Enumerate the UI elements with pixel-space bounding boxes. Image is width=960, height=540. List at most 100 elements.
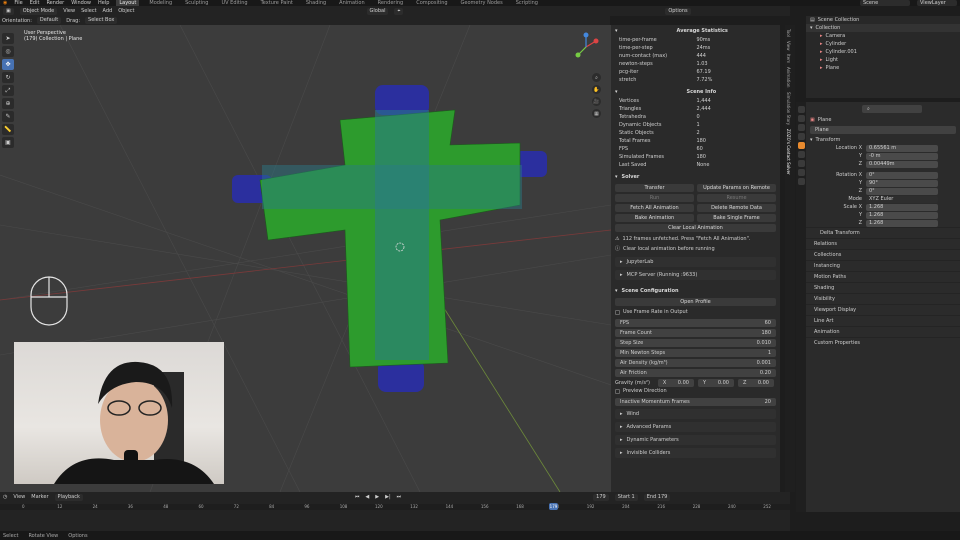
delete-remote-data-button[interactable]: Delete Remote Data <box>697 204 776 212</box>
transform-tool-icon[interactable]: ⊕ <box>2 98 14 109</box>
properties-section[interactable]: Custom Properties <box>806 337 960 348</box>
properties-section[interactable]: Viewport Display <box>806 304 960 315</box>
update-params-button[interactable]: Update Params on Remote <box>697 184 776 192</box>
select-tool-icon[interactable]: ➤ <box>2 33 14 44</box>
tab-animation[interactable]: Animation <box>786 67 791 87</box>
bake-animation-button[interactable]: Bake Animation <box>615 214 694 222</box>
fetch-all-animation-button[interactable]: Fetch All Animation <box>615 204 694 212</box>
menu-add[interactable]: Add <box>103 8 113 14</box>
outliner-item-cylinder-001[interactable]: ▸ Cylinder.001 <box>806 48 960 56</box>
view-layer-selector[interactable]: ViewLayer <box>917 0 957 6</box>
rotation-field[interactable]: 90° <box>866 179 938 187</box>
properties-section[interactable]: Motion Paths <box>806 271 960 282</box>
physics-properties-icon[interactable] <box>797 160 805 167</box>
mcp-server-subpanel[interactable]: ▸ MCP Server (Running :9633) <box>615 270 776 280</box>
timeline-ruler[interactable]: 0122436486072849610812013214415616818019… <box>0 504 790 510</box>
transfer-button[interactable]: Transfer <box>615 184 694 192</box>
location-field[interactable]: 0.65561 m <box>866 144 938 152</box>
axis-gizmo[interactable] <box>575 32 599 58</box>
timeline-menu-marker[interactable]: Marker <box>31 494 48 500</box>
pan-hand-icon[interactable]: ✋ <box>592 85 601 94</box>
add-cube-tool-icon[interactable]: ▣ <box>2 137 14 148</box>
tab-contact-solver[interactable]: ZOZO's Contact Solver <box>786 129 791 175</box>
drag-selector[interactable]: Select Box <box>85 17 118 24</box>
transform-orientation-selector[interactable]: Global <box>366 7 389 15</box>
play-icon[interactable]: ▶ <box>375 494 379 500</box>
inactive-momentum-frames-field[interactable]: Inactive Momentum Frames 20 <box>615 398 776 406</box>
object-properties-icon[interactable] <box>797 142 805 149</box>
mode-selector[interactable]: Object Mode <box>19 7 58 15</box>
wind-subpanel[interactable]: ▸ Wind <box>615 409 776 419</box>
scene-config-field[interactable]: Min Newton Steps 1 <box>615 349 776 357</box>
step-forward-icon[interactable]: ▶| <box>385 494 391 500</box>
snap-toggle[interactable]: ⌖ <box>394 7 404 15</box>
scene-config-field[interactable]: Air Friction 0.20 <box>615 369 776 377</box>
scene-config-field[interactable]: FPS 60 <box>615 319 776 327</box>
annotate-tool-icon[interactable]: ✎ <box>2 111 14 122</box>
clear-local-animation-button[interactable]: Clear Local Animation <box>615 224 776 232</box>
rotate-tool-icon[interactable]: ↻ <box>2 72 14 83</box>
location-field[interactable]: -0 m <box>866 152 938 160</box>
properties-section[interactable]: Animation <box>806 326 960 337</box>
timeline-editor-type-icon[interactable]: ◷ <box>3 494 7 500</box>
outliner-scene-collection[interactable]: ▤ Scene Collection <box>806 16 960 24</box>
modifier-properties-icon[interactable] <box>797 151 805 158</box>
step-back-icon[interactable]: ◀ <box>365 494 369 500</box>
properties-section[interactable]: Relations <box>806 238 960 249</box>
options-button[interactable]: Options <box>665 7 691 15</box>
zoom-icon[interactable]: ⌕ <box>592 73 601 82</box>
scene-selector[interactable]: Scene <box>860 0 910 6</box>
material-properties-icon[interactable] <box>797 178 805 185</box>
rotation-mode-selector[interactable]: XYZ Euler <box>866 195 938 203</box>
transform-header[interactable]: ▾ Transform <box>806 136 960 144</box>
scale-field[interactable]: 1.268 <box>866 211 938 219</box>
scale-tool-icon[interactable]: ⤢ <box>2 85 14 96</box>
jupyterlab-subpanel[interactable]: ▸ JupyterLab <box>615 257 776 267</box>
scene-info-header[interactable]: ▾ Scene Info <box>615 88 776 97</box>
orientation-selector[interactable]: Default <box>36 17 62 24</box>
properties-section[interactable]: Shading <box>806 282 960 293</box>
properties-section[interactable]: Collections <box>806 249 960 260</box>
menu-view[interactable]: View <box>63 8 75 14</box>
scene-config-field[interactable]: Frame Count 180 <box>615 329 776 337</box>
preview-direction-checkbox[interactable]: Preview Direction <box>615 387 776 396</box>
scene-properties-icon[interactable] <box>797 133 805 140</box>
timeline-menu-view[interactable]: View <box>13 494 25 500</box>
jump-start-icon[interactable]: ⏮ <box>355 494 360 500</box>
resume-button[interactable]: Resume <box>697 194 776 202</box>
menu-object[interactable]: Object <box>118 8 134 14</box>
open-profile-button[interactable]: Open Profile <box>615 298 776 306</box>
properties-search-input[interactable]: ⌕ <box>862 105 922 113</box>
camera-view-icon[interactable]: 🎥 <box>592 97 601 106</box>
use-frame-rate-checkbox[interactable]: Use Frame Rate in Output <box>615 308 776 317</box>
playhead[interactable]: 179 <box>549 503 558 510</box>
rotation-field[interactable]: 0° <box>866 171 938 179</box>
scale-field[interactable]: 1.268 <box>866 203 938 211</box>
editor-type-icon[interactable]: ▣ <box>3 7 14 15</box>
scene-configuration-header[interactable]: ▾ Scene Configuration <box>615 287 776 296</box>
outliner-item-camera[interactable]: ▸ Camera <box>806 32 960 40</box>
scene-config-field[interactable]: Air Density (kg/m³) 0.001 <box>615 359 776 367</box>
outliner-item-collection[interactable]: ▾ Collection <box>806 24 960 32</box>
advanced-params-subpanel[interactable]: ▸ Advanced Params <box>615 422 776 432</box>
output-properties-icon[interactable] <box>797 124 805 131</box>
move-tool-icon[interactable]: ✥ <box>2 59 14 70</box>
measure-tool-icon[interactable]: 📏 <box>2 124 14 135</box>
scene-config-field[interactable]: Step Size 0.010 <box>615 339 776 347</box>
render-properties-icon[interactable] <box>797 115 805 122</box>
run-button[interactable]: Run <box>615 194 694 202</box>
gravity-y-field[interactable]: Y 0.00 <box>697 379 734 387</box>
end-frame-field[interactable]: End 179 <box>643 493 671 501</box>
location-field[interactable]: 0.00449m <box>866 160 938 168</box>
jump-end-icon[interactable]: ⏭ <box>397 494 402 500</box>
average-statistics-header[interactable]: ▾ Average Statistics <box>615 27 776 36</box>
properties-section[interactable]: Instancing <box>806 260 960 271</box>
start-frame-field[interactable]: Start 1 <box>614 493 638 501</box>
properties-section[interactable]: Line Art <box>806 315 960 326</box>
current-frame-field[interactable]: 179 <box>593 493 609 501</box>
timeline-menu-playback[interactable]: Playback <box>54 493 83 501</box>
mesh-object-plane[interactable] <box>232 85 547 392</box>
tab-simulation-story[interactable]: Simulation Story <box>786 92 791 125</box>
outliner-item-light[interactable]: ▸ Light <box>806 56 960 64</box>
data-properties-icon[interactable] <box>797 169 805 176</box>
